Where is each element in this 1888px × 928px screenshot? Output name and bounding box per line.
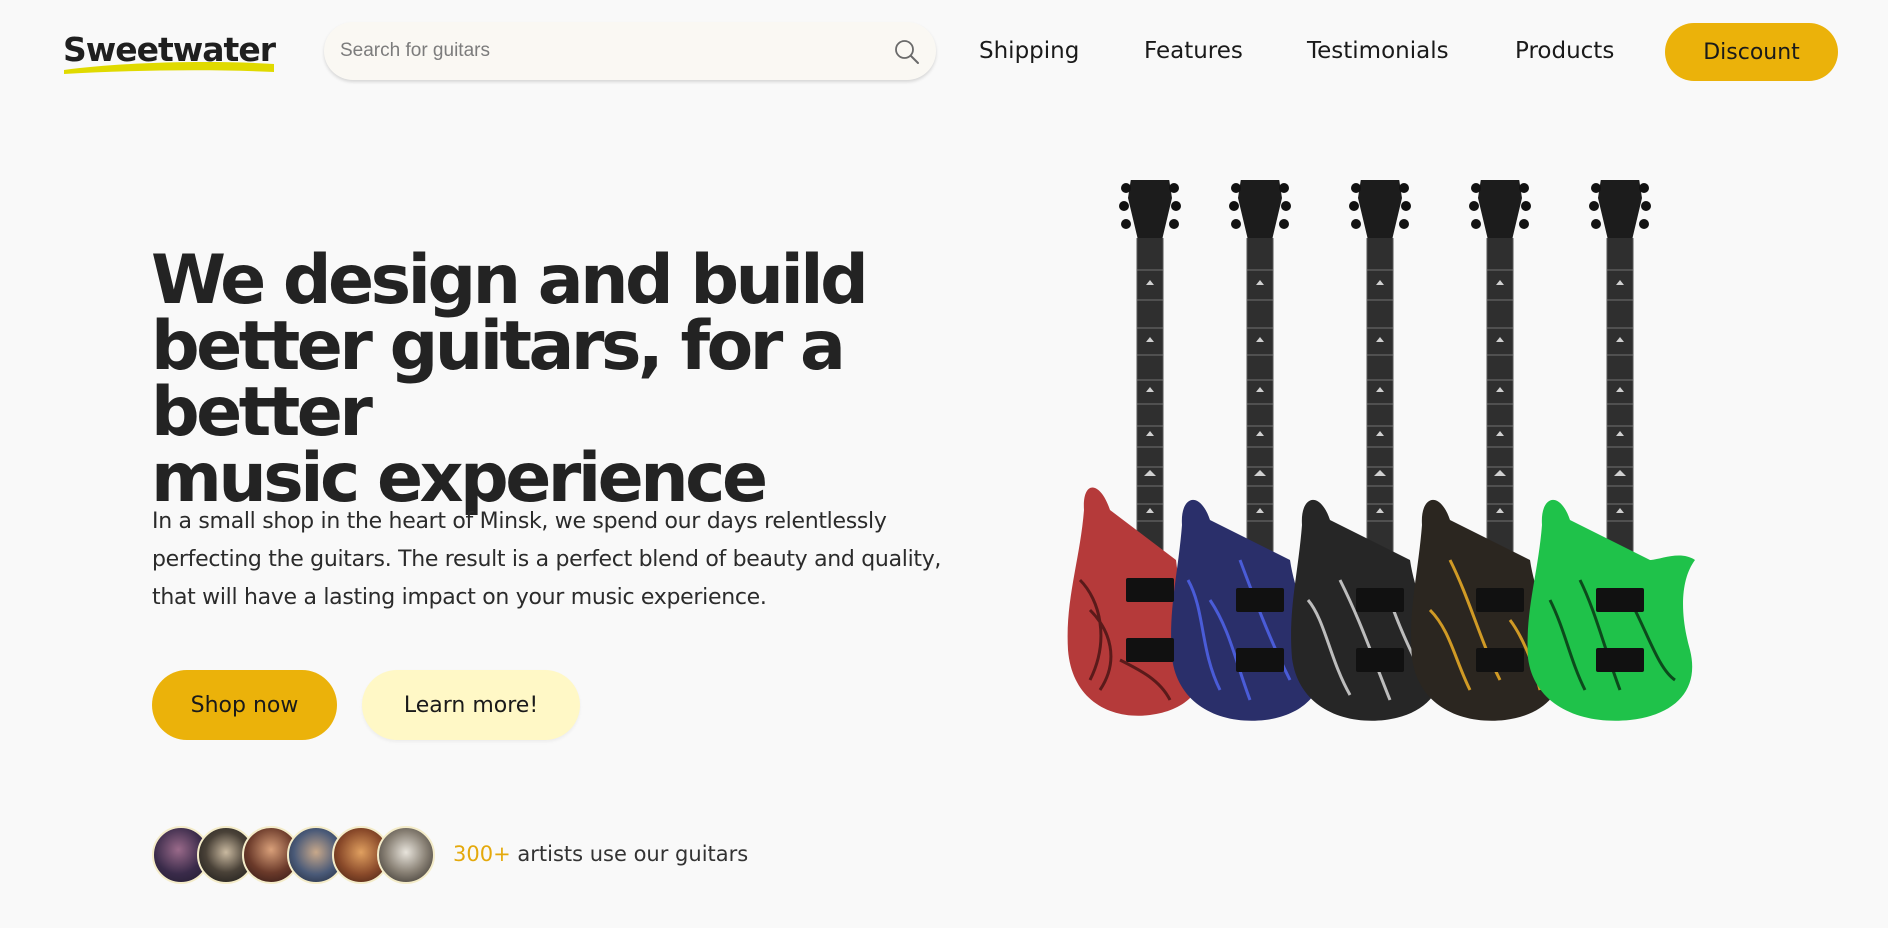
search-bar [324, 22, 936, 80]
shop-now-button[interactable]: Shop now [152, 670, 337, 740]
search-icon[interactable] [894, 39, 920, 65]
learn-more-button[interactable]: Learn more! [362, 670, 580, 740]
hero-title: We design and build better guitars, for … [151, 241, 1031, 513]
logo-swoosh [64, 62, 274, 74]
artists-count: 300+ artists use our guitars [453, 842, 748, 866]
hero-title-line: We design and build [151, 241, 869, 320]
nav-testimonials[interactable]: Testimonials [1307, 38, 1449, 64]
hero-title-line: better guitars, for a better [151, 307, 846, 452]
guitars-image [1067, 180, 1695, 721]
nav-shipping[interactable]: Shipping [979, 38, 1079, 64]
hero-text-line: perfecting the guitars. The result is a … [152, 547, 942, 572]
artists-number: 300+ [453, 842, 511, 866]
search-input[interactable] [340, 22, 880, 80]
site-header: Sweetwater Shipping Features Testimonial… [0, 0, 1888, 104]
hero-text-line: In a small shop in the heart of Minsk, w… [152, 509, 887, 534]
hero-description: In a small shop in the heart of Minsk, w… [152, 503, 1012, 617]
avatar [377, 826, 435, 884]
guitar-green [1527, 180, 1695, 721]
artists-label: artists use our guitars [517, 842, 749, 866]
discount-button[interactable]: Discount [1665, 23, 1838, 81]
artist-avatars [152, 826, 442, 884]
nav-features[interactable]: Features [1144, 38, 1243, 64]
hero-text-line: that will have a lasting impact on your … [152, 585, 767, 610]
nav-products[interactable]: Products [1515, 38, 1614, 64]
